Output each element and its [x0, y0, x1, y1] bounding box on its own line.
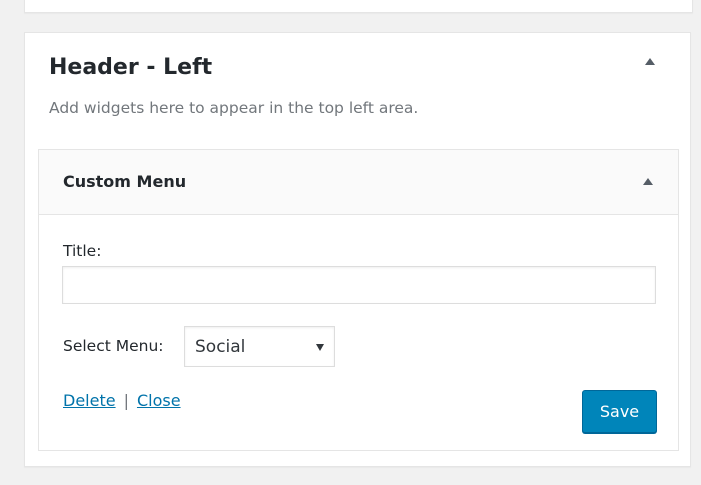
widget-actions: Delete | Close — [63, 391, 181, 410]
widget-collapse-arrow-icon[interactable] — [643, 178, 653, 185]
link-separator: | — [123, 391, 129, 410]
save-button[interactable]: Save — [582, 390, 657, 433]
widget-title[interactable]: Custom Menu — [63, 172, 186, 191]
widget-header[interactable]: Custom Menu — [39, 150, 678, 215]
collapse-arrow-icon[interactable] — [645, 58, 655, 65]
title-label: Title: — [63, 242, 102, 260]
widget-area-header-left: Header - Left Add widgets here to appear… — [24, 32, 691, 467]
widget-area-title[interactable]: Header - Left — [49, 55, 212, 80]
close-link[interactable]: Close — [137, 391, 181, 410]
delete-link[interactable]: Delete — [63, 391, 116, 410]
previous-widget-area — [24, 0, 693, 13]
custom-menu-widget: Custom Menu Title: Select Menu: Social D… — [38, 149, 679, 451]
select-menu-dropdown[interactable]: Social — [184, 326, 335, 367]
select-menu-label: Select Menu: — [63, 337, 164, 355]
widget-area-description: Add widgets here to appear in the top le… — [49, 99, 419, 117]
title-input[interactable] — [62, 266, 656, 304]
chevron-down-icon — [316, 344, 324, 351]
selected-menu-value: Social — [195, 337, 246, 357]
